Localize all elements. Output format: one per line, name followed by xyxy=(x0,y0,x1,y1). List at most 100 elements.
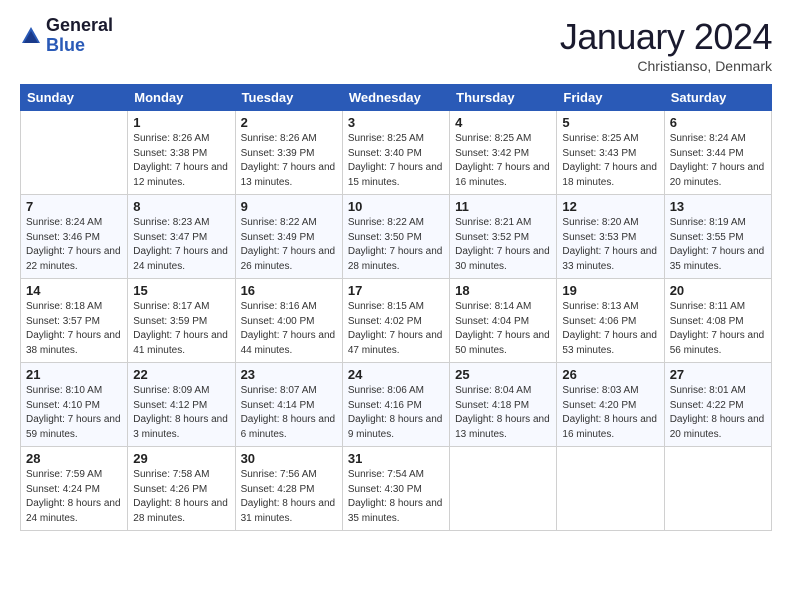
weekday-header-sunday: Sunday xyxy=(21,85,128,111)
day-number: 19 xyxy=(562,283,658,298)
calendar-cell: 30 Sunrise: 7:56 AMSunset: 4:28 PMDayligh… xyxy=(235,447,342,531)
weekday-header-saturday: Saturday xyxy=(664,85,771,111)
calendar-cell: 15 Sunrise: 8:17 AMSunset: 3:59 PMDayligh… xyxy=(128,279,235,363)
day-number: 12 xyxy=(562,199,658,214)
day-number: 15 xyxy=(133,283,229,298)
calendar-cell: 10Sunrise: 8:22 AMSunset: 3:50 PMDayligh… xyxy=(342,195,449,279)
day-number: 17 xyxy=(348,283,444,298)
calendar-cell: 25Sunrise: 8:04 AMSunset: 4:18 PMDayligh… xyxy=(450,363,557,447)
day-info: Sunrise: 8:24 AMSunset: 3:44 PMDaylight:… xyxy=(670,132,766,190)
header: General Blue January 2024 Christianso, D… xyxy=(20,16,772,74)
day-info: Sunrise: 8:06 AMSunset: 4:16 PMDaylight:… xyxy=(348,384,444,442)
day-number: 31 xyxy=(348,451,444,466)
calendar-cell: 17 Sunrise: 8:15 AMSunset: 4:02 PMDayligh… xyxy=(342,279,449,363)
calendar-title: January 2024 xyxy=(560,16,772,58)
calendar-cell: 23 Sunrise: 8:07 AMSunset: 4:14 PMDayligh… xyxy=(235,363,342,447)
day-info: Sunrise: 8:01 AMSunset: 4:22 PMDaylight:… xyxy=(670,384,766,442)
logo-icon xyxy=(20,25,42,47)
calendar-week-3: 14Sunrise: 8:18 AMSunset: 3:57 PMDayligh… xyxy=(21,279,772,363)
day-number: 11 xyxy=(455,199,551,214)
day-number: 8 xyxy=(133,199,229,214)
day-info: Sunrise: 8:15 AMSunset: 4:02 PMDaylight:… xyxy=(348,300,444,358)
day-number: 20 xyxy=(670,283,766,298)
calendar-cell: 12 Sunrise: 8:20 AMSunset: 3:53 PMDayligh… xyxy=(557,195,664,279)
weekday-header-tuesday: Tuesday xyxy=(235,85,342,111)
calendar-cell: 31 Sunrise: 7:54 AMSunset: 4:30 PMDayligh… xyxy=(342,447,449,531)
day-info: Sunrise: 8:03 AMSunset: 4:20 PMDaylight:… xyxy=(562,384,658,442)
calendar-cell xyxy=(664,447,771,531)
day-number: 24 xyxy=(348,367,444,382)
day-info: Sunrise: 8:07 AMSunset: 4:14 PMDaylight:… xyxy=(241,384,337,442)
calendar-cell: 14Sunrise: 8:18 AMSunset: 3:57 PMDayligh… xyxy=(21,279,128,363)
day-number: 27 xyxy=(670,367,766,382)
calendar-table: SundayMondayTuesdayWednesdayThursdayFrid… xyxy=(20,84,772,531)
day-number: 4 xyxy=(455,115,551,130)
day-info: Sunrise: 8:17 AMSunset: 3:59 PMDaylight:… xyxy=(133,300,229,358)
day-info: Sunrise: 8:26 AMSunset: 3:38 PMDaylight:… xyxy=(133,132,229,190)
calendar-cell: 5Sunrise: 8:25 AMSunset: 3:43 PMDaylight… xyxy=(557,111,664,195)
calendar-cell xyxy=(450,447,557,531)
calendar-cell: 3Sunrise: 8:25 AMSunset: 3:40 PMDaylight… xyxy=(342,111,449,195)
day-info: Sunrise: 8:22 AMSunset: 3:49 PMDaylight:… xyxy=(241,216,337,274)
logo-general: General xyxy=(46,15,113,35)
calendar-cell: 21 Sunrise: 8:10 AMSunset: 4:10 PMDayligh… xyxy=(21,363,128,447)
calendar-cell: 7Sunrise: 8:24 AMSunset: 3:46 PMDaylight… xyxy=(21,195,128,279)
calendar-week-4: 21 Sunrise: 8:10 AMSunset: 4:10 PMDayligh… xyxy=(21,363,772,447)
day-number: 21 xyxy=(26,367,122,382)
day-info: Sunrise: 8:21 AMSunset: 3:52 PMDaylight:… xyxy=(455,216,551,274)
day-info: Sunrise: 8:11 AMSunset: 4:08 PMDaylight:… xyxy=(670,300,766,358)
day-info: Sunrise: 8:25 AMSunset: 3:40 PMDaylight:… xyxy=(348,132,444,190)
page: General Blue January 2024 Christianso, D… xyxy=(0,0,792,612)
day-number: 1 xyxy=(133,115,229,130)
day-number: 14 xyxy=(26,283,122,298)
calendar-cell: 18 Sunrise: 8:14 AMSunset: 4:04 PMDayligh… xyxy=(450,279,557,363)
day-number: 22 xyxy=(133,367,229,382)
day-number: 29 xyxy=(133,451,229,466)
title-block: January 2024 Christianso, Denmark xyxy=(560,16,772,74)
calendar-cell: 16Sunrise: 8:16 AMSunset: 4:00 PMDayligh… xyxy=(235,279,342,363)
calendar-cell: 22 Sunrise: 8:09 AMSunset: 4:12 PMDayligh… xyxy=(128,363,235,447)
day-info: Sunrise: 8:16 AMSunset: 4:00 PMDaylight:… xyxy=(241,300,337,358)
weekday-header-friday: Friday xyxy=(557,85,664,111)
calendar-week-5: 28Sunrise: 7:59 AMSunset: 4:24 PMDayligh… xyxy=(21,447,772,531)
day-info: Sunrise: 8:26 AMSunset: 3:39 PMDaylight:… xyxy=(241,132,337,190)
calendar-cell xyxy=(21,111,128,195)
calendar-week-1: 1 Sunrise: 8:26 AMSunset: 3:38 PMDaylight… xyxy=(21,111,772,195)
day-info: Sunrise: 8:25 AMSunset: 3:43 PMDaylight:… xyxy=(562,132,658,190)
day-info: Sunrise: 8:14 AMSunset: 4:04 PMDaylight:… xyxy=(455,300,551,358)
calendar-cell: 20 Sunrise: 8:11 AMSunset: 4:08 PMDayligh… xyxy=(664,279,771,363)
logo-blue: Blue xyxy=(46,35,85,55)
day-info: Sunrise: 8:20 AMSunset: 3:53 PMDaylight:… xyxy=(562,216,658,274)
day-info: Sunrise: 8:10 AMSunset: 4:10 PMDaylight:… xyxy=(26,384,122,442)
day-number: 30 xyxy=(241,451,337,466)
calendar-cell: 4 Sunrise: 8:25 AMSunset: 3:42 PMDaylight… xyxy=(450,111,557,195)
day-info: Sunrise: 7:56 AMSunset: 4:28 PMDaylight:… xyxy=(241,468,337,526)
calendar-cell: 13 Sunrise: 8:19 AMSunset: 3:55 PMDayligh… xyxy=(664,195,771,279)
weekday-header-row: SundayMondayTuesdayWednesdayThursdayFrid… xyxy=(21,85,772,111)
day-number: 6 xyxy=(670,115,766,130)
day-info: Sunrise: 8:19 AMSunset: 3:55 PMDaylight:… xyxy=(670,216,766,274)
weekday-header-thursday: Thursday xyxy=(450,85,557,111)
calendar-cell: 26 Sunrise: 8:03 AMSunset: 4:20 PMDayligh… xyxy=(557,363,664,447)
day-number: 18 xyxy=(455,283,551,298)
day-info: Sunrise: 8:23 AMSunset: 3:47 PMDaylight:… xyxy=(133,216,229,274)
day-info: Sunrise: 7:54 AMSunset: 4:30 PMDaylight:… xyxy=(348,468,444,526)
day-info: Sunrise: 8:25 AMSunset: 3:42 PMDaylight:… xyxy=(455,132,551,190)
calendar-cell: 8 Sunrise: 8:23 AMSunset: 3:47 PMDaylight… xyxy=(128,195,235,279)
calendar-cell: 28Sunrise: 7:59 AMSunset: 4:24 PMDayligh… xyxy=(21,447,128,531)
day-info: Sunrise: 8:09 AMSunset: 4:12 PMDaylight:… xyxy=(133,384,229,442)
weekday-header-wednesday: Wednesday xyxy=(342,85,449,111)
day-number: 25 xyxy=(455,367,551,382)
calendar-cell: 9Sunrise: 8:22 AMSunset: 3:49 PMDaylight… xyxy=(235,195,342,279)
calendar-cell: 24 Sunrise: 8:06 AMSunset: 4:16 PMDayligh… xyxy=(342,363,449,447)
day-number: 13 xyxy=(670,199,766,214)
day-number: 26 xyxy=(562,367,658,382)
calendar-cell: 1 Sunrise: 8:26 AMSunset: 3:38 PMDaylight… xyxy=(128,111,235,195)
day-number: 23 xyxy=(241,367,337,382)
calendar-cell: 29 Sunrise: 7:58 AMSunset: 4:26 PMDayligh… xyxy=(128,447,235,531)
day-number: 28 xyxy=(26,451,122,466)
day-info: Sunrise: 7:58 AMSunset: 4:26 PMDaylight:… xyxy=(133,468,229,526)
calendar-subtitle: Christianso, Denmark xyxy=(560,58,772,74)
day-number: 2 xyxy=(241,115,337,130)
day-info: Sunrise: 8:22 AMSunset: 3:50 PMDaylight:… xyxy=(348,216,444,274)
